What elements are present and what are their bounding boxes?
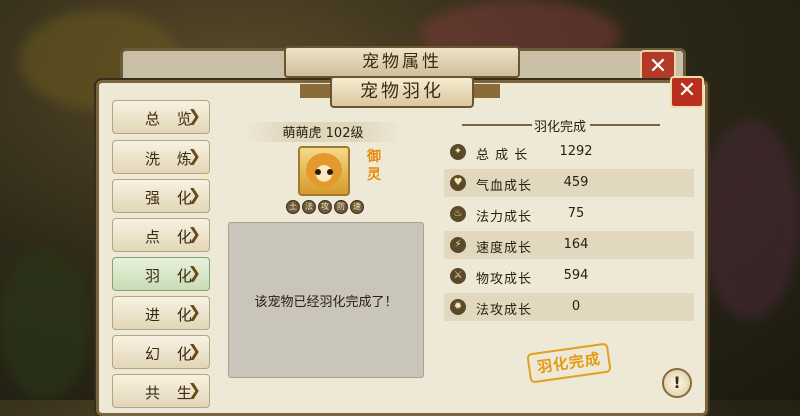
stat-name: 气血成长 <box>476 179 533 194</box>
growth-icon: ✦ <box>450 144 466 160</box>
tab-6[interactable]: 幻 化 ❯ <box>112 335 210 369</box>
chevron-right-icon: ❯ <box>187 302 201 321</box>
stat-row: ✦ 总 成 长 1292 <box>444 138 694 166</box>
help-button[interactable]: ! <box>662 368 692 398</box>
stat-value: 0 <box>571 299 581 314</box>
tab-3[interactable]: 点 化 ❯ <box>112 218 210 252</box>
back-window-title: 宠物属性 <box>284 46 520 78</box>
stat-row: ♨ 法力成长 75 <box>444 200 694 228</box>
chevron-right-icon: ❯ <box>187 185 201 204</box>
stat-value: 594 <box>563 268 589 283</box>
stat-name: 总 成 长 <box>476 148 529 163</box>
fire-icon: ✹ <box>450 299 466 315</box>
main-window-title: 宠物羽化 <box>330 76 474 108</box>
lightning-icon: ⚡ <box>450 237 466 253</box>
heart-icon: ♥ <box>450 175 466 191</box>
stat-row: ⚡ 速度成长 164 <box>444 231 694 259</box>
stat-name: 法攻成长 <box>476 303 533 318</box>
background-scenery <box>0 250 90 400</box>
stats-header: 羽化完成 <box>533 120 586 135</box>
stat-value: 75 <box>567 206 585 221</box>
tab-2[interactable]: 强 化 ❯ <box>112 179 210 213</box>
title-ornament-left <box>300 84 330 98</box>
background-scenery <box>700 120 800 320</box>
tiger-face-icon <box>306 153 342 187</box>
chevron-right-icon: ❯ <box>187 106 201 125</box>
completion-message: 该宠物已经羽化完成了！ <box>254 295 398 310</box>
stat-row: ♥ 气血成长 459 <box>444 169 694 197</box>
chevron-right-icon: ❯ <box>187 341 201 360</box>
skill-icon[interactable]: 速 <box>350 200 364 214</box>
sword-icon: ⚔ <box>450 268 466 284</box>
stat-row: ⚔ 物攻成长 594 <box>444 262 694 290</box>
skill-icon[interactable]: 防 <box>334 200 348 214</box>
stat-value: 459 <box>563 175 589 190</box>
tab-4[interactable]: 羽 化 ❯ <box>112 257 210 291</box>
title-ornament-right <box>470 84 500 98</box>
stat-name: 物攻成长 <box>476 272 533 287</box>
skill-icon[interactable]: 土 <box>286 200 300 214</box>
stat-value: 1292 <box>559 144 593 159</box>
stat-row: ✹ 法攻成长 0 <box>444 293 694 321</box>
tab-7[interactable]: 共 生 ❯ <box>112 374 210 408</box>
flame-icon: ♨ <box>450 206 466 222</box>
skill-icon[interactable]: 攻 <box>318 200 332 214</box>
chevron-right-icon: ❯ <box>187 380 201 399</box>
chevron-right-icon: ❯ <box>187 146 201 165</box>
chevron-right-icon: ❯ <box>187 224 201 243</box>
tab-0[interactable]: 总 览 ❯ <box>112 100 210 134</box>
chevron-right-icon: ❯ <box>187 263 201 282</box>
stat-value: 164 <box>563 237 589 252</box>
tab-1[interactable]: 洗 炼 ❯ <box>112 140 210 174</box>
stat-name: 法力成长 <box>476 210 533 225</box>
message-box: 该宠物已经羽化完成了！ <box>228 222 424 378</box>
pet-type-badge: 御灵 <box>367 149 381 183</box>
close-button[interactable]: ✕ <box>670 76 704 108</box>
pet-name-level: 萌萌虎 102级 <box>244 122 402 142</box>
tab-5[interactable]: 进 化 ❯ <box>112 296 210 330</box>
pet-portrait[interactable] <box>298 146 350 196</box>
stat-name: 速度成长 <box>476 241 533 256</box>
skill-icon[interactable]: 法 <box>302 200 316 214</box>
